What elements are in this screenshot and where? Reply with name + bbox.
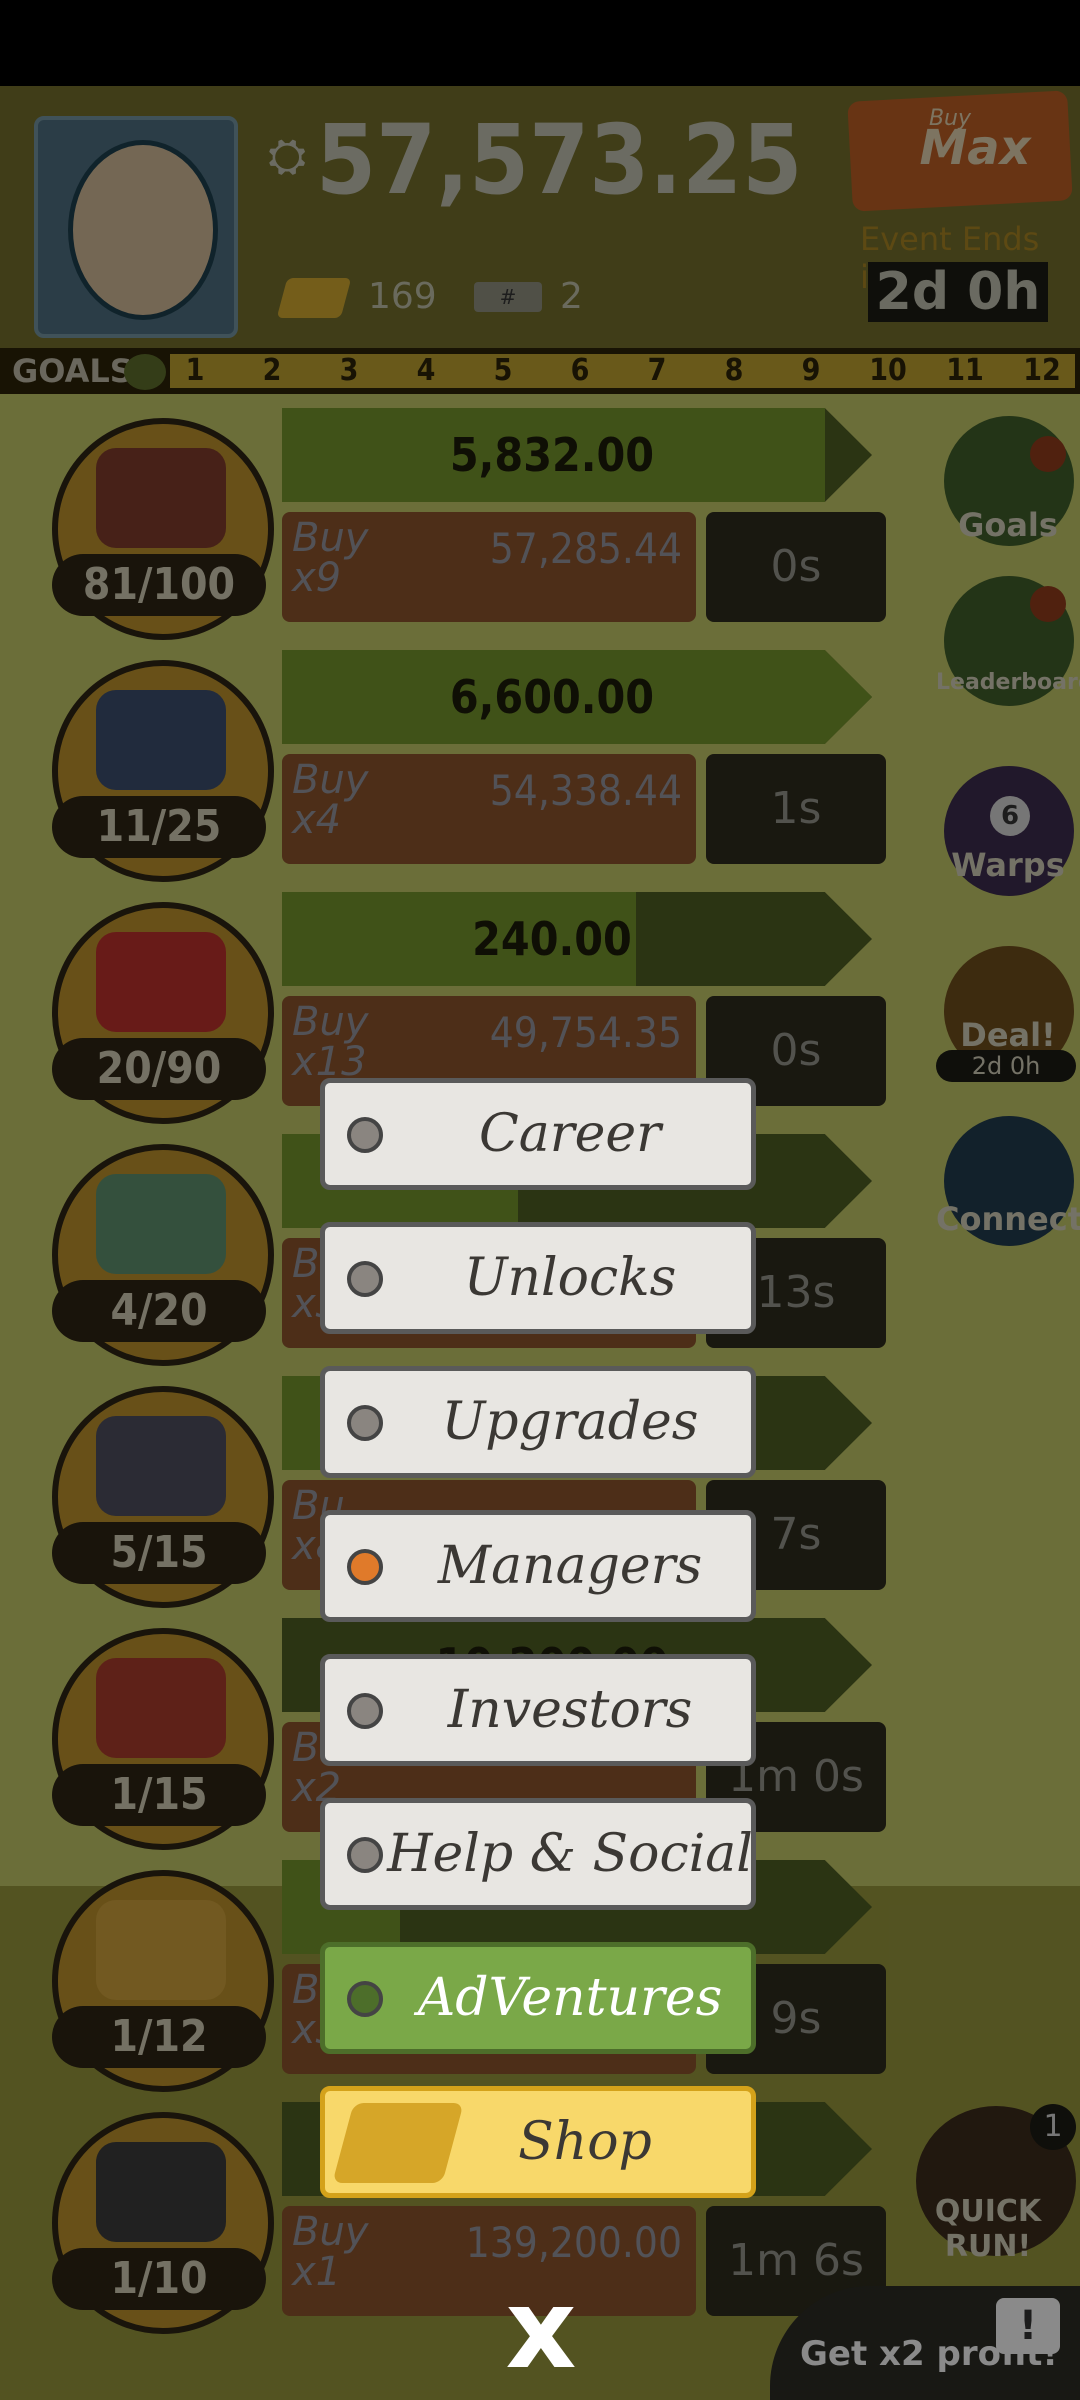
menu-item-career[interactable]: Career	[320, 1078, 756, 1190]
menu-item-managers[interactable]: Managers	[320, 1510, 756, 1622]
close-menu-button[interactable]: x	[486, 2274, 596, 2384]
menu-item-label: Managers	[437, 1536, 703, 1596]
menu-item-indicator-icon	[347, 1693, 383, 1729]
menu-item-indicator-icon	[347, 1837, 383, 1873]
menu-item-label: Unlocks	[463, 1248, 677, 1308]
menu-item-label: Shop	[518, 2112, 652, 2172]
menu-item-indicator-icon	[347, 1981, 383, 2017]
menu-item-investors[interactable]: Investors	[320, 1654, 756, 1766]
menu-item-label: AdVentures	[417, 1968, 723, 2028]
menu-item-shop[interactable]: Shop	[320, 2086, 756, 2198]
menu-item-label: Investors	[447, 1680, 693, 1740]
menu-item-indicator-icon	[347, 1117, 383, 1153]
menu-item-indicator-icon	[347, 1549, 383, 1585]
menu-item-adventures[interactable]: AdVentures	[320, 1942, 756, 2054]
game-screen: ⛭ 57,573.25 169 # 2 Buy Max Event Ends i…	[0, 86, 1080, 2400]
menu-item-label: Help & Social	[387, 1824, 753, 1884]
menu-item-indicator-icon	[347, 1405, 383, 1441]
menu-item-upgrades[interactable]: Upgrades	[320, 1366, 756, 1478]
menu-item-indicator-icon	[347, 1261, 383, 1297]
status-bar	[0, 0, 1080, 86]
menu-item-label: Career	[478, 1104, 662, 1164]
menu-item-label: Upgrades	[441, 1392, 699, 1452]
menu-item-help-social[interactable]: Help & Social	[320, 1798, 756, 1910]
menu-item-unlocks[interactable]: Unlocks	[320, 1222, 756, 1334]
